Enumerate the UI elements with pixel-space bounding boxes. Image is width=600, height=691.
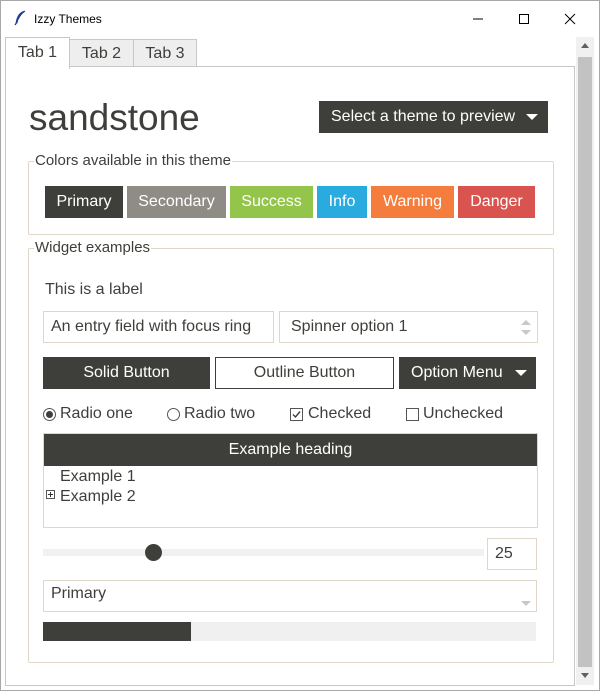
checkbox-unchecked-label: Unchecked — [423, 405, 504, 422]
swatch-info: Info — [317, 186, 367, 218]
checkbox-checked-icon — [290, 408, 303, 421]
colors-group-title: Colors available in this theme — [34, 152, 232, 169]
spinner-up-icon[interactable] — [521, 320, 531, 325]
window-title: Izzy Themes — [34, 12, 102, 26]
combobox[interactable]: Primary — [43, 580, 537, 612]
maximize-button[interactable] — [502, 1, 548, 37]
option-menu-button[interactable]: Option Menu — [399, 357, 536, 389]
chevron-down-icon — [526, 114, 538, 120]
widgets-group-title: Widget examples — [34, 239, 152, 256]
combobox-value: Primary — [51, 585, 107, 602]
tree-item[interactable]: Example 1 — [60, 468, 136, 486]
tab-2[interactable]: Tab 2 — [69, 39, 134, 68]
vertical-scrollbar[interactable] — [576, 37, 594, 685]
scale-track[interactable] — [43, 549, 484, 556]
theme-name-heading: sandstone — [29, 97, 200, 138]
theme-select-label: Select a theme to preview — [331, 108, 516, 125]
scroll-up-icon[interactable] — [581, 43, 589, 48]
scroll-thumb[interactable] — [578, 57, 592, 667]
app-window: Izzy Themes Tab 1 Tab 2 Tab 3 sandstone … — [0, 0, 600, 691]
swatch-success: Success — [230, 186, 313, 218]
radio-unselected-icon — [167, 408, 180, 421]
title-bar: Izzy Themes — [1, 1, 599, 37]
minimize-icon — [473, 18, 483, 20]
entry-field-value: An entry field with focus ring — [51, 318, 252, 335]
close-button[interactable] — [548, 1, 594, 37]
maximize-icon — [519, 14, 529, 24]
swatch-warning: Warning — [371, 186, 454, 218]
radio-two-label: Radio two — [184, 405, 256, 422]
tab-1[interactable]: Tab 1 — [5, 37, 70, 69]
scale-value-field[interactable]: 25 — [487, 538, 537, 570]
checkbox-unchecked-icon — [406, 408, 419, 421]
entry-field[interactable]: An entry field with focus ring — [43, 311, 274, 343]
minimize-button[interactable] — [456, 1, 502, 37]
tree-item[interactable]: Example 2 — [60, 488, 136, 506]
option-menu-label: Option Menu — [411, 364, 503, 381]
scale-value: 25 — [495, 545, 513, 562]
scroll-down-icon[interactable] — [581, 673, 589, 678]
swatch-secondary: Secondary — [127, 186, 226, 218]
feather-icon — [14, 10, 26, 26]
tab-3[interactable]: Tab 3 — [133, 39, 197, 68]
outline-button[interactable]: Outline Button — [215, 357, 394, 389]
treeview[interactable]: Example heading Example 1 Example 2 — [43, 433, 538, 528]
progress-fill — [43, 622, 191, 641]
radio-selected-icon — [43, 408, 56, 421]
spinner-down-icon[interactable] — [521, 330, 531, 335]
chevron-down-icon — [515, 370, 527, 376]
example-label: This is a label — [45, 281, 143, 298]
theme-select-menu[interactable]: Select a theme to preview — [319, 101, 548, 133]
spinner-value: Spinner option 1 — [291, 318, 408, 335]
scale-handle[interactable] — [145, 544, 162, 561]
spinner-field[interactable]: Spinner option 1 — [279, 311, 538, 343]
radio-one-label: Radio one — [60, 405, 133, 422]
expand-plus-icon[interactable] — [46, 490, 55, 499]
chevron-down-icon[interactable] — [521, 601, 531, 606]
swatch-primary: Primary — [45, 186, 123, 218]
solid-button[interactable]: Solid Button — [43, 357, 210, 389]
close-icon — [564, 13, 576, 25]
tree-heading[interactable]: Example heading — [44, 434, 537, 466]
swatch-danger: Danger — [458, 186, 535, 218]
progress-bar — [43, 622, 536, 641]
checkbox-checked-label: Checked — [308, 405, 372, 422]
